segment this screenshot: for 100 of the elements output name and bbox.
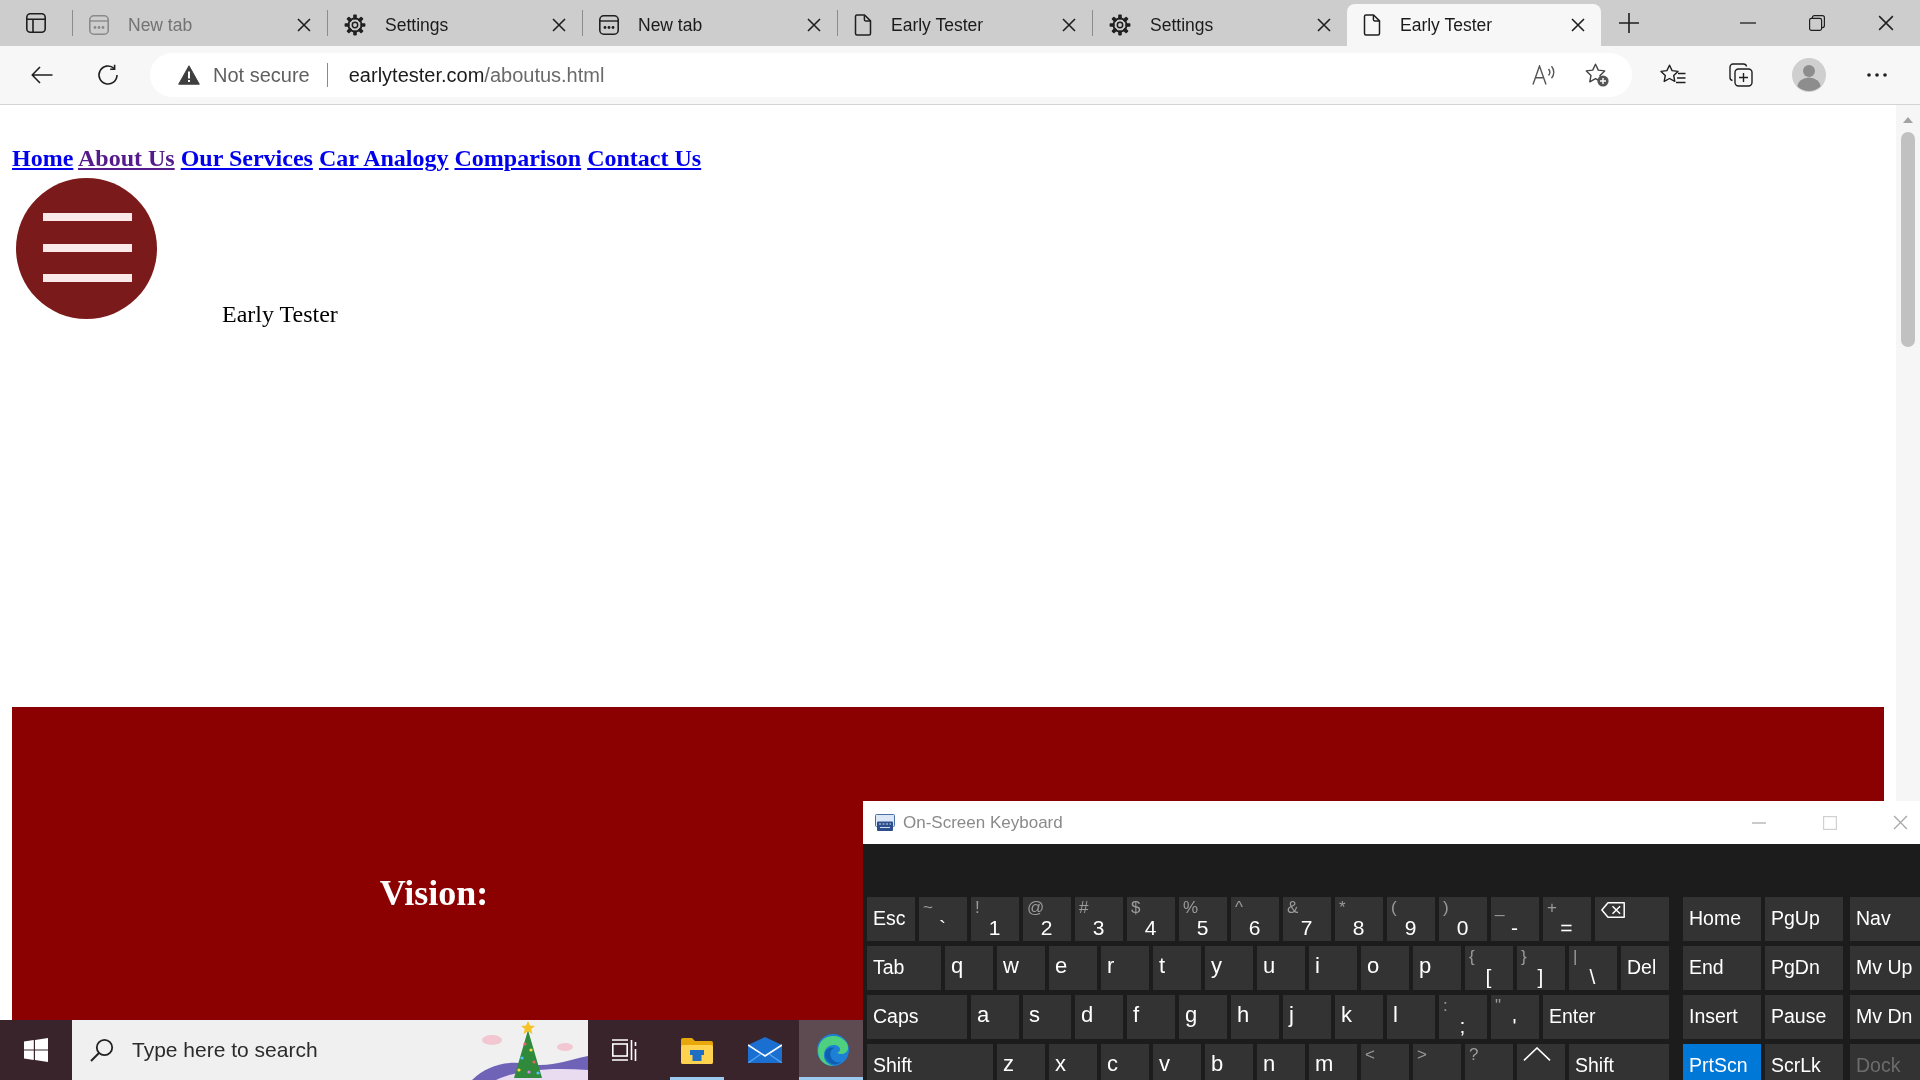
keyboard-key[interactable]: x [1049,1044,1097,1080]
keyboard-key[interactable]: z [997,1044,1045,1080]
keyboard-key[interactable]: & 7 [1283,897,1331,941]
minimize-icon [1751,821,1766,824]
keyboard-key[interactable]: s [1023,995,1071,1039]
keyboard-key[interactable]: y [1205,946,1253,990]
hamburger-logo-icon [16,177,157,319]
keyboard-key[interactable]: % 5 [1179,897,1227,941]
keyboard-key[interactable]: f [1127,995,1175,1039]
up-arrow-key[interactable] [1517,1044,1565,1080]
keyboard-key[interactable]: ScrLk [1765,1044,1843,1080]
keyboard-key[interactable]: d [1075,995,1123,1039]
nav-link[interactable]: About Us [78,145,175,171]
keyboard-key[interactable]: Mv Up [1850,946,1920,990]
keyboard-key[interactable]: # 3 [1075,897,1123,941]
nav-link[interactable]: Comparison [454,145,582,171]
keyboard-key[interactable]: e [1049,946,1097,990]
section-heading: Vision: [379,872,489,914]
keyboard-key[interactable]: Pause [1765,995,1843,1039]
keyboard-key[interactable]: | \ [1569,946,1617,990]
browser-tab[interactable]: Early Tester [1347,4,1601,46]
backspace-key[interactable] [1595,897,1669,941]
keyboard-key[interactable]: Esc [867,897,915,941]
keyboard-key[interactable]: v [1153,1044,1201,1080]
keyboard-key[interactable]: i [1309,946,1357,990]
window-panes-icon [24,1038,48,1062]
keyboard-key[interactable]: q [945,946,993,990]
keyboard-key[interactable]: k [1335,995,1383,1039]
site-info-button[interactable]: Not secure [178,60,310,90]
keyboard-key[interactable]: * 8 [1335,897,1383,941]
keyboard-key[interactable]: j [1283,995,1331,1039]
keyboard-key[interactable]: Del [1621,946,1669,990]
keyboard-key[interactable]: l [1387,995,1435,1039]
keyboard-key[interactable]: g [1179,995,1227,1039]
keyboard-key[interactable]: h [1231,995,1279,1039]
keyboard-key[interactable]: Nav [1850,897,1920,941]
more-icon [1867,73,1887,77]
star-plus-icon [1585,63,1609,87]
browser-tab[interactable]: Settings [328,4,582,46]
browser-tab[interactable]: Early Tester [838,4,1092,46]
keyboard-key[interactable]: p [1413,946,1461,990]
keyboard-key[interactable]: c [1101,1044,1149,1080]
url-field[interactable]: earlytester.com/aboutus.html [348,60,1528,90]
keyboard-key[interactable]: " ' [1491,995,1539,1039]
window-title: On-Screen Keyboard [903,811,1063,834]
nav-link[interactable]: Our Services [180,145,313,171]
keyboard-key[interactable]: End [1683,946,1761,990]
keyboard-key[interactable]: n [1257,1044,1305,1080]
keyboard-key[interactable]: _ - [1491,897,1539,941]
browser-tab[interactable]: New tab [583,4,837,46]
keyboard-key[interactable]: ^ 6 [1231,897,1279,941]
window-dots-icon [599,15,619,35]
nav-link[interactable]: Home [12,145,74,171]
keyboard-key[interactable]: > [1413,1044,1461,1080]
keyboard-key[interactable]: Enter [1543,995,1669,1039]
keyboard-key[interactable]: PgUp [1765,897,1843,941]
keyboard-key[interactable]: t [1153,946,1201,990]
envelope-icon [748,1037,782,1063]
keyboard-key[interactable]: Tab [867,946,941,990]
keyboard-key[interactable]: @ 2 [1023,897,1071,941]
scrollbar-thumb[interactable] [1901,132,1915,347]
keyboard-key[interactable]: } ] [1517,946,1565,990]
keyboard-key[interactable]: ! 1 [971,897,1019,941]
keyboard-key[interactable]: b [1205,1044,1253,1080]
browser-tab[interactable]: Settings [1093,4,1347,46]
keyboard-key[interactable]: ? [1465,1044,1513,1080]
keyboard-key[interactable]: w [997,946,1045,990]
keyboard-key[interactable]: PgDn [1765,946,1843,990]
refresh-icon [97,64,119,86]
keyboard-key[interactable]: o [1361,946,1409,990]
keyboard-key[interactable]: : ; [1439,995,1487,1039]
keyboard-key[interactable]: Shift [867,1044,993,1080]
minimize-icon [1739,22,1756,24]
keyboard-key[interactable]: $ 4 [1127,897,1175,941]
profile-button[interactable] [1789,55,1829,95]
folder-icon [681,1036,713,1064]
taskbar-search-field[interactable]: Type here to search [72,1020,588,1080]
keyboard-key[interactable]: Shift [1569,1044,1669,1080]
keyboard-key[interactable]: Mv Dn [1850,995,1920,1039]
close-icon [807,18,821,32]
keyboard-key[interactable]: Insert [1683,995,1761,1039]
keyboard-key[interactable]: Home [1683,897,1761,941]
close-icon [1317,18,1331,32]
keyboard-key[interactable]: PrtScn [1683,1044,1761,1080]
keyboard-key[interactable]: ( 9 [1387,897,1435,941]
keyboard-key[interactable]: r [1101,946,1149,990]
document-icon [1363,14,1381,36]
keyboard-key[interactable]: { [ [1465,946,1513,990]
keyboard-key[interactable]: < [1361,1044,1409,1080]
keyboard-key[interactable]: ) 0 [1439,897,1487,941]
search-input[interactable]: Type here to search [132,1034,472,1066]
backspace-icon [1601,902,1625,918]
keyboard-key[interactable]: ~ ` [919,897,967,941]
keyboard-key[interactable]: u [1257,946,1305,990]
nav-link[interactable]: Car Analogy [318,145,449,171]
keyboard-key[interactable]: Caps [867,995,967,1039]
keyboard-key[interactable]: + = [1543,897,1591,941]
nav-link[interactable]: Contact Us [587,145,702,171]
keyboard-key[interactable]: a [971,995,1019,1039]
keyboard-key[interactable]: m [1309,1044,1357,1080]
